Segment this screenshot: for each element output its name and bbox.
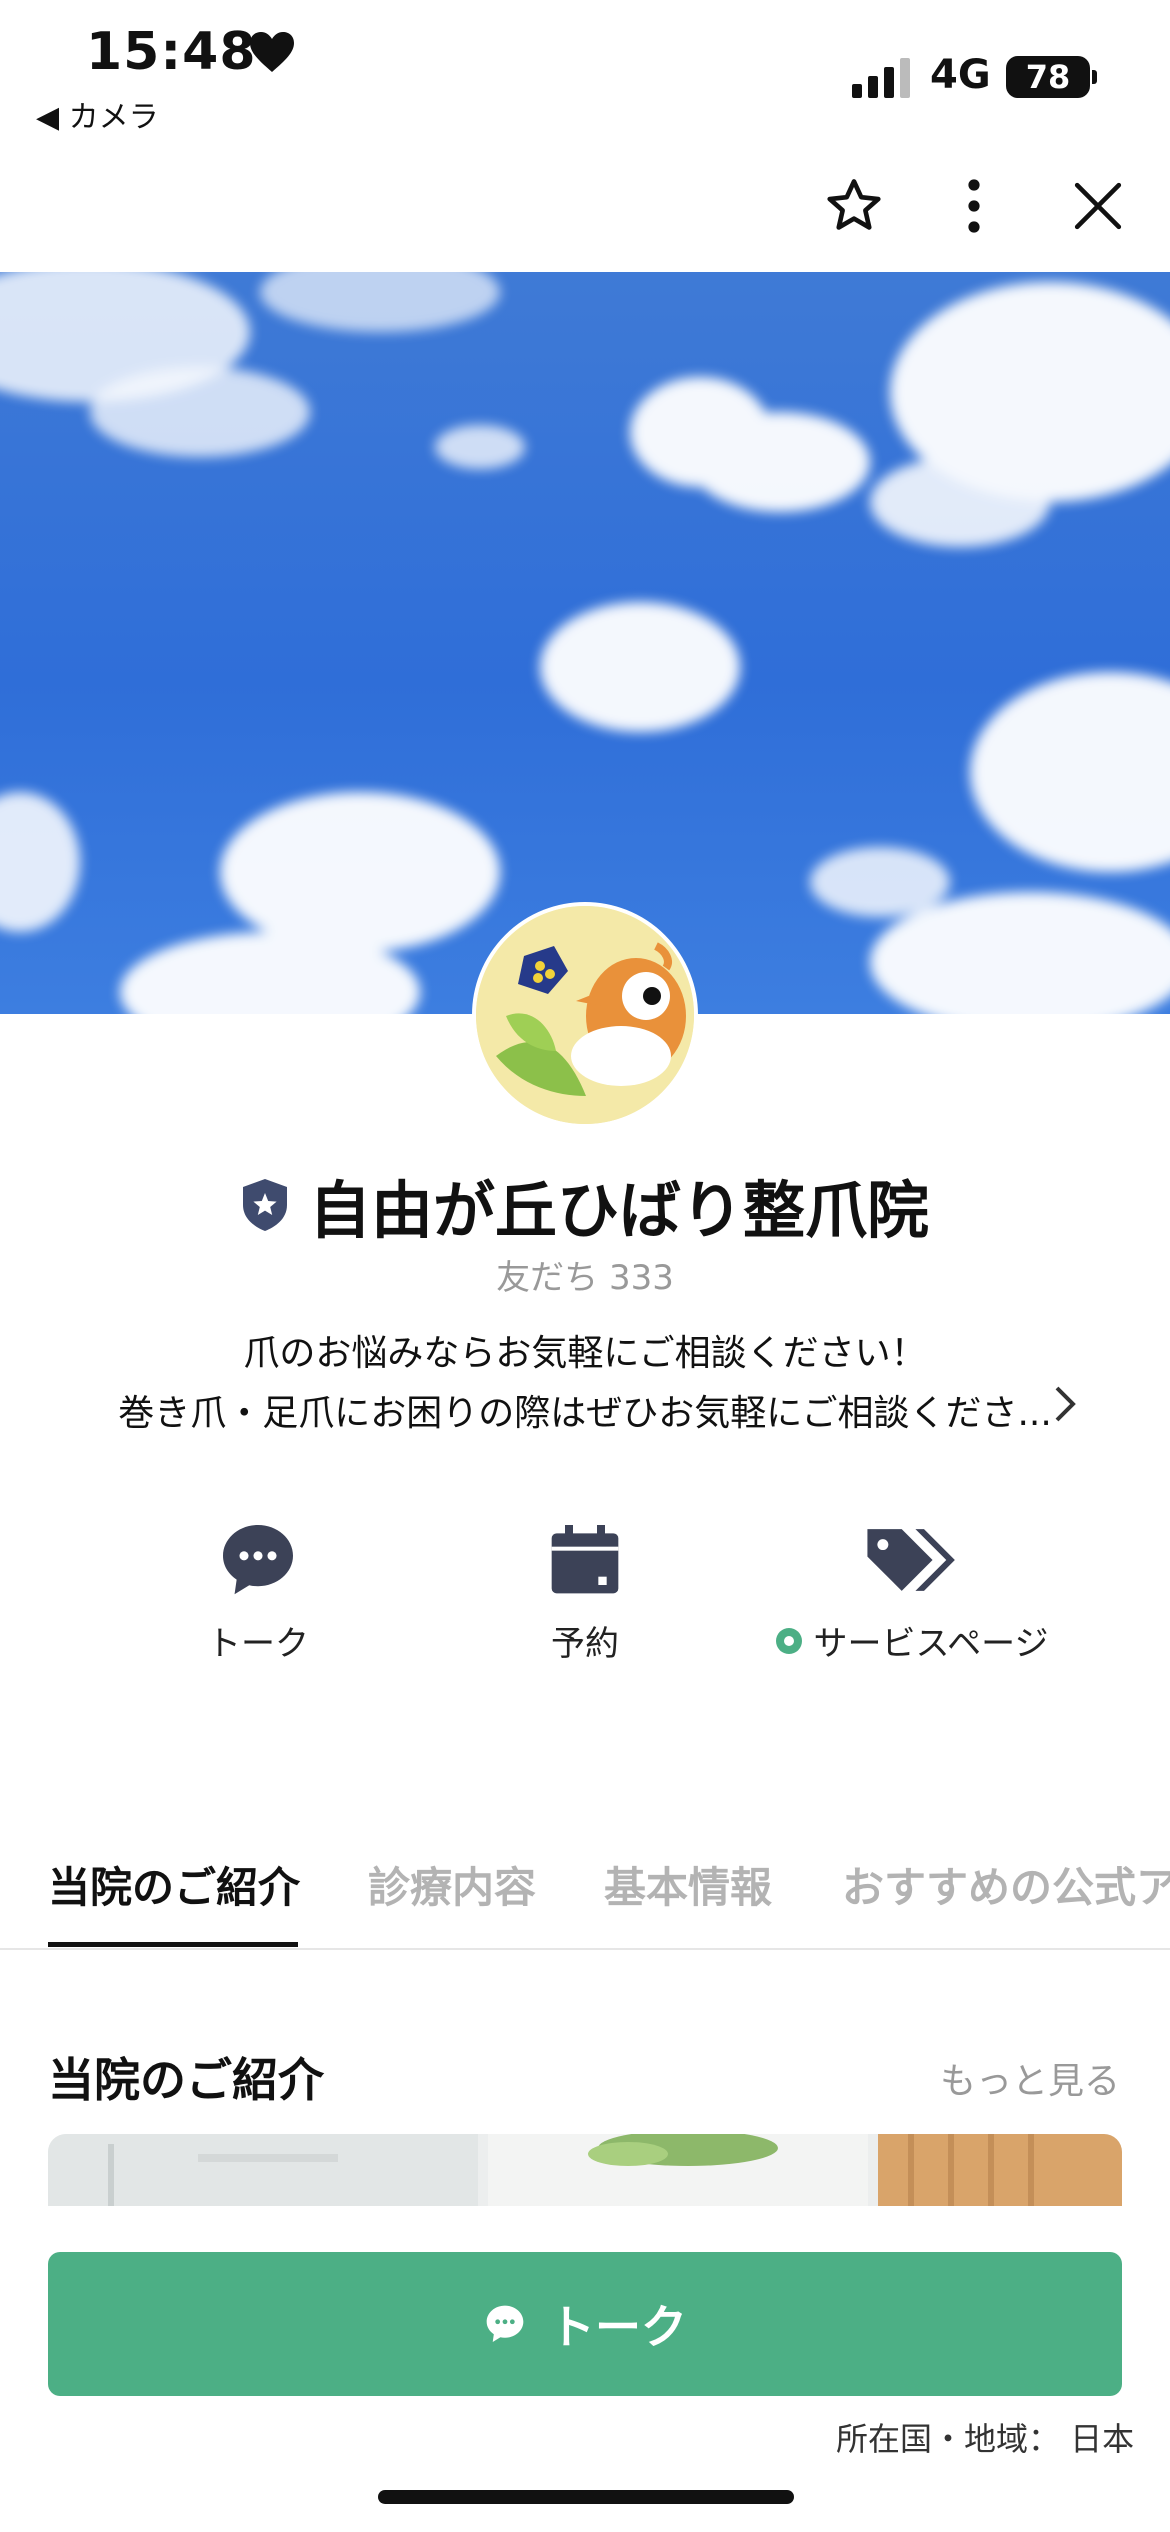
description-line-2[interactable]: 巻き爪・足爪にお困りの際はぜひお気軽にご相談くださ... xyxy=(0,1384,1170,1436)
action-reservation-label: 予約 xyxy=(551,1624,619,1664)
account-name-row: 自由が丘ひばり整爪院 xyxy=(0,1160,1170,1250)
status-time: 15:48 xyxy=(86,22,257,82)
section-tabs: 当院のご紹介 診療内容 基本情報 おすすめの公式ア xyxy=(0,1840,1170,1950)
chevron-right-icon[interactable] xyxy=(1050,1384,1080,1424)
talk-button-label: トーク xyxy=(549,2300,687,2354)
profile-avatar[interactable] xyxy=(472,902,698,1128)
account-name: 自由が丘ひばり整爪院 xyxy=(308,1174,929,1247)
close-icon xyxy=(1074,182,1122,230)
section-title: 当院のご紹介 xyxy=(48,2053,324,2107)
see-more-link[interactable]: もっと見る xyxy=(940,2052,1120,2104)
action-talk[interactable]: トーク xyxy=(108,1518,408,1665)
tab-treatments[interactable]: 診療内容 xyxy=(368,1854,536,1915)
more-options-button[interactable] xyxy=(938,170,1010,242)
region-label: 所在国・地域： 日本 xyxy=(836,2420,1135,2458)
chat-bubble-icon xyxy=(486,2305,524,2342)
friends-count: 友だち 333 xyxy=(496,1258,674,1298)
action-service-page[interactable]: サービスページ xyxy=(762,1518,1062,1665)
back-to-camera-link[interactable]: ◀ カメラ xyxy=(36,92,159,136)
talk-button[interactable]: トーク xyxy=(48,2252,1122,2396)
network-type: 4G xyxy=(930,52,991,98)
verified-shield-icon xyxy=(242,1179,287,1231)
cellular-signal-icon xyxy=(852,58,910,98)
heart-icon xyxy=(250,32,294,72)
action-reservation[interactable]: 予約 xyxy=(435,1518,735,1665)
description-line-1[interactable]: 爪のお悩みならお気軽にご相談ください！ xyxy=(0,1324,1170,1376)
action-talk-label: トーク xyxy=(207,1624,309,1664)
calendar-icon xyxy=(551,1525,619,1594)
battery-icon: 78 xyxy=(1006,56,1090,98)
status-dot-icon xyxy=(775,1627,802,1654)
favorite-star-button[interactable] xyxy=(818,170,890,242)
star-icon xyxy=(827,179,881,230)
introduction-image-preview[interactable] xyxy=(48,2134,1122,2206)
tab-recommended-accounts[interactable]: おすすめの公式ア xyxy=(842,1854,1170,1915)
battery-tip xyxy=(1092,70,1097,84)
home-indicator[interactable] xyxy=(378,2490,794,2504)
tab-basic-info[interactable]: 基本情報 xyxy=(604,1854,772,1915)
chat-bubble-icon xyxy=(223,1525,293,1595)
tag-icon xyxy=(867,1529,955,1591)
close-button[interactable] xyxy=(1062,170,1134,242)
vertical-dots-icon xyxy=(968,179,980,233)
bird-logo-icon xyxy=(476,906,694,1124)
active-tab-indicator xyxy=(48,1942,298,1947)
tab-introduction[interactable]: 当院のご紹介 xyxy=(48,1854,300,1915)
action-service-page-label: サービスページ xyxy=(813,1624,1049,1664)
